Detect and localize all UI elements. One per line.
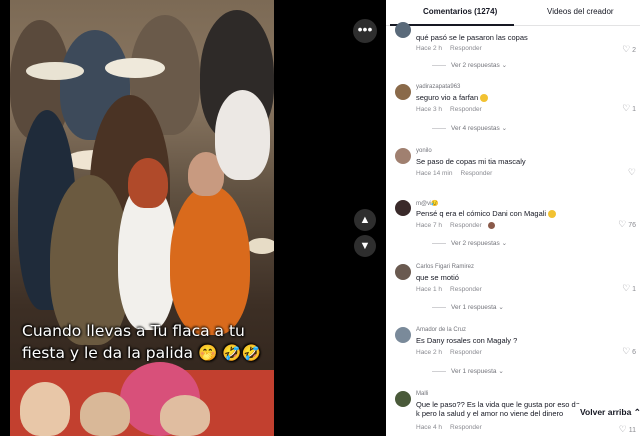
avatar[interactable]: [395, 148, 411, 164]
reply-button[interactable]: Responder: [450, 286, 482, 293]
comment-username[interactable]: Amador de la Cruz: [416, 327, 466, 333]
comments-panel: Comentarios (1274) Videos del creador qu…: [386, 0, 640, 436]
grimace-emoji-icon: [480, 94, 489, 103]
video-player[interactable]: Cuando llevas a Tu flaca a tu fiesta y l…: [0, 0, 386, 436]
video-caption: Cuando llevas a Tu flaca a tu fiesta y l…: [22, 322, 261, 362]
like-count: 1: [632, 106, 636, 113]
view-replies-button[interactable]: Ver 2 respuestas ⌄: [432, 239, 507, 247]
chevron-down-icon: ⌄: [501, 62, 508, 69]
comment-text: que se motió: [416, 273, 459, 282]
tab-comments[interactable]: Comentarios (1274): [423, 7, 497, 16]
like-button[interactable]: ♡ 1: [622, 103, 636, 114]
comment-text: qué pasó se le pasaron las copas: [416, 33, 528, 42]
like-button[interactable]: ♡ 2: [622, 44, 636, 55]
avatar[interactable]: [395, 391, 411, 407]
comment-meta: Hace 7 h Responder: [416, 222, 495, 229]
comment-text: seguro vio a farfan: [416, 93, 489, 103]
like-count: 2: [632, 47, 636, 54]
like-count: 6: [632, 349, 636, 356]
view-replies-label: Ver 1 respuesta: [451, 304, 497, 311]
avatar[interactable]: [395, 84, 411, 100]
like-button[interactable]: ♡: [628, 167, 636, 178]
like-button[interactable]: ♡ 6: [622, 346, 636, 357]
like-count: 1: [632, 286, 636, 293]
comment-meta: Hace 3 h Responder: [416, 106, 482, 113]
chevron-down-icon: ⌄: [498, 304, 504, 311]
chevron-down-icon: ⌄: [501, 240, 508, 247]
view-replies-button[interactable]: Ver 1 respuesta ⌄: [432, 367, 504, 375]
reply-button[interactable]: Responder: [461, 170, 493, 177]
chevron-down-icon: ⌄: [501, 125, 508, 132]
comment-username[interactable]: Malli: [416, 391, 428, 397]
reply-button[interactable]: Responder: [450, 424, 482, 431]
comment-time: Hace 14 min: [416, 170, 453, 177]
avatar[interactable]: [395, 200, 411, 216]
view-replies-button[interactable]: Ver 1 respuesta ⌄: [432, 303, 504, 311]
heart-icon: ♡: [622, 103, 631, 113]
avatar[interactable]: [395, 264, 411, 280]
heart-icon: ♡: [622, 283, 631, 293]
video-frame[interactable]: [10, 0, 274, 436]
reply-button[interactable]: Responder: [450, 349, 482, 356]
comment-username[interactable]: yadirazapata963: [416, 84, 460, 90]
comment-time: Hace 7 h: [416, 222, 443, 230]
comment-text: Que le paso?? Es la vida que le gusta po…: [416, 400, 580, 409]
chevron-up-icon: ▲: [359, 214, 371, 226]
like-count: 11: [628, 427, 636, 434]
comment-time: Hace 3 h: [416, 106, 443, 113]
back-to-top-button[interactable]: Volver arriba ⌃: [576, 404, 640, 420]
like-button[interactable]: ♡ 1: [622, 283, 636, 294]
comment-meta: Hace 1 h Responder: [416, 286, 482, 293]
comment-meta: Hace 14 min Responder: [416, 170, 492, 177]
tab-creator-videos[interactable]: Videos del creador: [547, 7, 614, 16]
comment-text: Pensé q era el cómico Dani con Magali: [416, 209, 557, 219]
avatar[interactable]: [395, 22, 411, 38]
like-button[interactable]: ♡ 11: [619, 424, 636, 435]
heart-icon: ♡: [618, 219, 627, 229]
like-button[interactable]: ♡ 76: [618, 219, 636, 230]
heart-icon: ♡: [622, 44, 631, 54]
view-replies-label: Ver 2 respuestas: [451, 240, 500, 247]
like-count: 76: [628, 222, 636, 229]
reply-button[interactable]: Responder: [450, 222, 482, 229]
comment-time: Hace 4 h: [416, 424, 443, 431]
comment-username[interactable]: m@vi😥: [416, 200, 439, 207]
creator-liked-avatar: [487, 222, 495, 229]
more-options-button[interactable]: •••: [353, 19, 377, 43]
chevron-down-icon: ⌄: [498, 368, 504, 375]
comment-username[interactable]: Carlos Figari Ramirez: [416, 264, 474, 270]
grinning-emoji-icon: [548, 210, 557, 219]
previous-video-button[interactable]: ▲: [354, 209, 376, 231]
heart-icon: ♡: [622, 346, 631, 356]
reply-button[interactable]: Responder: [450, 106, 482, 113]
heart-icon: ♡: [627, 167, 636, 177]
comment-username[interactable]: yonilo: [416, 148, 432, 154]
comment-time: Hace 2 h: [416, 45, 443, 52]
chevron-down-icon: ▼: [359, 240, 371, 252]
back-to-top-label: Volver arriba: [580, 407, 632, 417]
comment-meta: Hace 2 h Responder: [416, 349, 482, 356]
more-dots-icon: •••: [357, 21, 373, 37]
view-replies-button[interactable]: Ver 2 respuestas ⌄: [432, 61, 507, 69]
next-video-button[interactable]: ▼: [354, 235, 376, 257]
comment-time: Hace 2 h: [416, 349, 443, 356]
comment-text: Es Dany rosales con Magaly ?: [416, 336, 518, 345]
view-replies-label: Ver 4 respuestas: [451, 125, 500, 132]
heart-icon: ♡: [618, 424, 627, 434]
avatar[interactable]: [395, 327, 411, 343]
comment-text: Se paso de copas mi tia mascaly: [416, 157, 526, 166]
reply-button[interactable]: Responder: [450, 45, 482, 52]
panel-tabs: Comentarios (1274) Videos del creador: [386, 0, 640, 26]
double-chevron-up-icon: ⌃: [633, 407, 640, 417]
view-replies-label: Ver 1 respuesta: [451, 368, 497, 375]
view-replies-button[interactable]: Ver 4 respuestas ⌄: [432, 124, 507, 132]
comment-text-line2: k pero la salud y el amor no viene del d…: [416, 409, 564, 418]
comment-meta: Hace 4 h Responder: [416, 424, 482, 431]
comment-time: Hace 1 h: [416, 286, 443, 293]
comment-meta: Hace 2 h Responder: [416, 45, 482, 52]
view-replies-label: Ver 2 respuestas: [451, 62, 500, 69]
